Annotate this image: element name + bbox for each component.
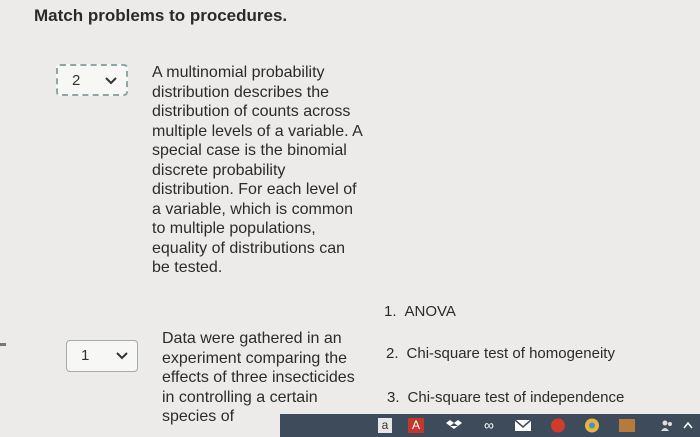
answer-select-1-value: 2: [72, 72, 81, 89]
procedure-option-number: 2.: [386, 345, 399, 362]
procedure-option-3: 3. Chi-square test of independence: [387, 389, 624, 406]
problem-text-2: Data were gathered in an experiment comp…: [162, 330, 355, 425]
photos-icon[interactable]: [618, 418, 636, 433]
procedure-option-label: Chi-square test of homogeneity: [406, 345, 615, 362]
procedure-option-label: Chi-square test of independence: [407, 389, 625, 406]
scroll-marker: [0, 343, 6, 346]
text-app-icon[interactable]: a: [378, 418, 392, 433]
answer-select-2-value: 1: [81, 347, 90, 364]
acrobat-icon[interactable]: [550, 418, 566, 433]
infinity-icon[interactable]: ∞: [480, 418, 498, 433]
answer-select-1[interactable]: 2: [56, 64, 128, 96]
mail-icon[interactable]: [514, 418, 532, 433]
chrome-icon[interactable]: [584, 418, 600, 433]
taskbar: a A ∞: [280, 414, 700, 437]
procedure-option-1: 1. ANOVA: [384, 303, 456, 320]
app-a-icon[interactable]: A: [408, 418, 424, 433]
problem-text-1: A multinomial probability distribution d…: [152, 64, 362, 276]
answer-select-2[interactable]: 1: [66, 340, 138, 372]
dropbox-icon[interactable]: [446, 418, 462, 433]
chevron-down-icon: [105, 77, 117, 85]
chevron-up-icon[interactable]: [682, 418, 694, 433]
people-icon[interactable]: [660, 418, 674, 433]
procedure-option-number: 3.: [387, 389, 400, 406]
procedure-option-number: 1.: [384, 303, 397, 320]
page-title: Match problems to procedures.: [34, 6, 288, 25]
procedure-option-2: 2. Chi-square test of homogeneity: [386, 345, 615, 362]
chevron-down-icon: [116, 352, 128, 360]
procedure-option-label: ANOVA: [404, 303, 456, 320]
